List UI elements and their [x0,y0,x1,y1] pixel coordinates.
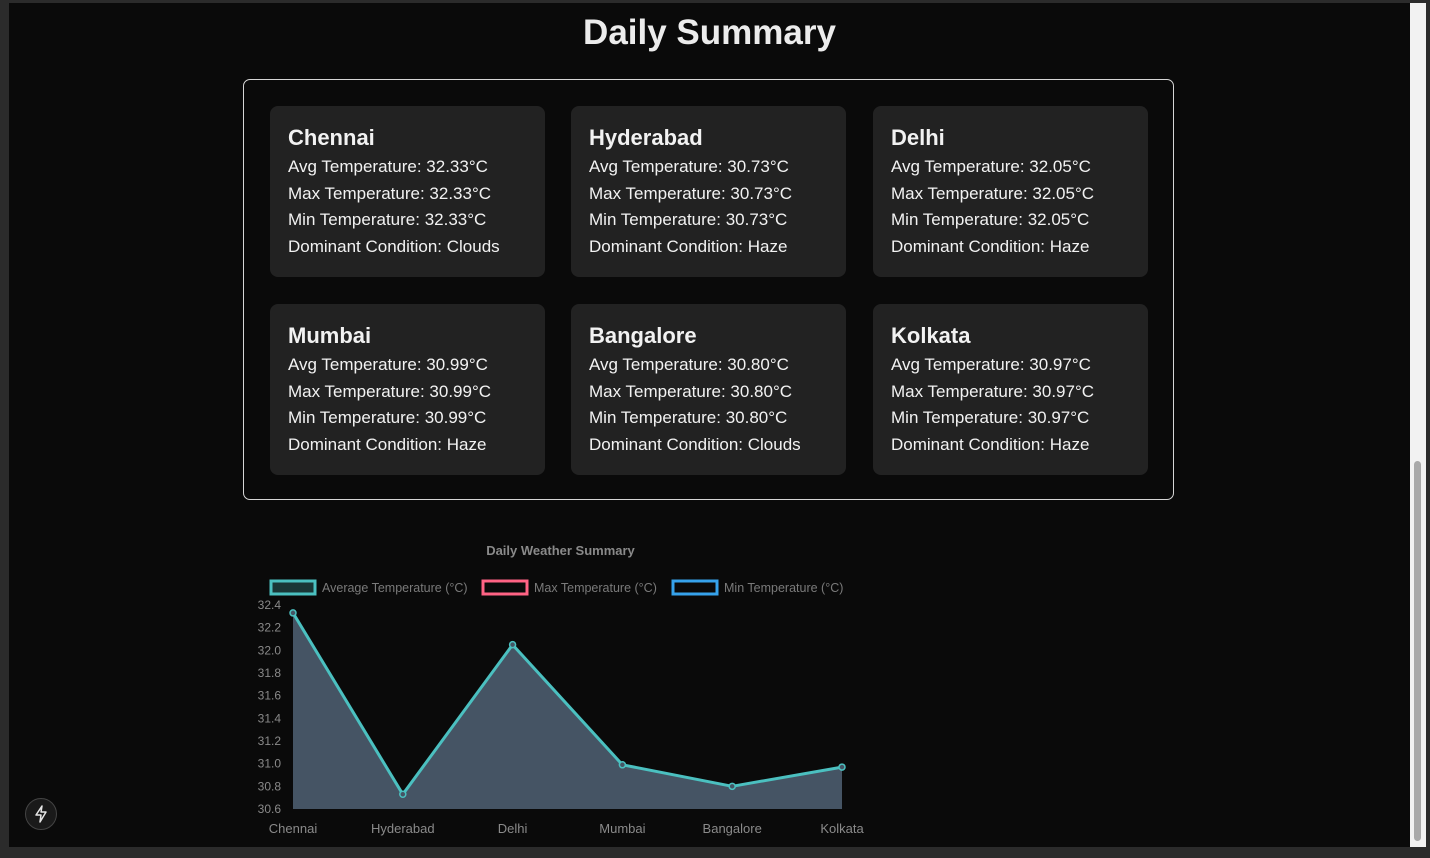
city-summary-panel: Chennai Avg Temperature: 32.33°C Max Tem… [243,79,1174,500]
avg-temperature: Avg Temperature: 30.80°C [589,355,789,374]
max-temperature: Max Temperature: 30.80°C [589,381,793,401]
page-title: Daily Summary [583,13,836,52]
city-name: Delhi [891,125,945,150]
y-tick-label: 30.6 [258,802,282,816]
avg-temperature: Avg Temperature: 32.33°C [288,157,488,176]
dominant-condition: Dominant Condition: Clouds [288,236,500,256]
max-temperature: Max Temperature: 30.99°C [288,381,492,401]
max-temperature: Max Temperature: 30.97°C [891,381,1095,401]
y-tick-label: 31.2 [258,734,282,748]
x-tick-label: Mumbai [599,821,645,836]
min-temperature: Min Temperature: 32.33°C [288,210,487,229]
city-name: Chennai [288,125,375,150]
x-tick-label: Chennai [269,821,318,836]
x-tick-label: Bangalore [703,821,762,836]
avg-temperature: Avg Temperature: 30.99°C [288,355,488,374]
city-card-mumbai: Mumbai Avg Temperature: 30.99°C Max Temp… [270,304,545,475]
y-tick-label: 31.8 [258,666,282,680]
chart-title: Daily Weather Summary [486,543,635,558]
y-tick-label: 32.0 [258,643,282,657]
y-tick-label: 31.0 [258,757,282,771]
y-tick-label: 32.4 [258,598,282,612]
data-point-kolkata [838,763,846,771]
y-tick-label: 32.2 [258,621,282,635]
legend-swatch [671,579,719,596]
data-point-chennai [289,609,297,617]
max-temperature: Max Temperature: 30.73°C [589,183,793,203]
dominant-condition: Dominant Condition: Haze [288,434,487,454]
max-temperature: Max Temperature: 32.33°C [288,183,492,203]
scrollbar-thumb[interactable] [1414,461,1421,841]
x-tick-label: Delhi [498,821,528,836]
city-card-hyderabad: Hyderabad Avg Temperature: 30.73°C Max T… [571,106,846,277]
min-temperature: Min Temperature: 30.80°C [589,408,788,427]
series-area [293,612,842,809]
legend-label: Average Temperature (°C) [322,581,468,595]
x-tick-label: Hyderabad [371,821,435,836]
dominant-condition: Dominant Condition: Haze [589,236,788,256]
dominant-condition: Dominant Condition: Haze [891,434,1090,454]
city-card-delhi: Delhi Avg Temperature: 32.05°C Max Tempe… [873,106,1148,277]
data-point-bangalore [728,782,736,791]
page-viewport: Daily Summary Chennai Avg Temperature: 3… [9,3,1410,847]
window-bottom-edge [0,847,1430,858]
min-temperature: Min Temperature: 32.05°C [891,210,1090,229]
city-name: Kolkata [891,323,971,348]
vertical-scrollbar[interactable] [1410,3,1426,847]
weather-chart: Daily Weather Summary Average Temperature… [237,535,877,847]
devtools-button[interactable] [25,798,57,830]
dominant-condition: Dominant Condition: Clouds [589,434,801,454]
avg-temperature: Avg Temperature: 30.73°C [589,157,789,176]
city-name: Mumbai [288,323,372,348]
data-point-delhi [508,640,517,649]
dominant-condition: Dominant Condition: Haze [891,236,1090,256]
city-name: Hyderabad [589,125,703,150]
avg-temperature: Avg Temperature: 30.97°C [891,355,1091,374]
legend-swatch [481,579,529,596]
data-point-hyderabad [399,790,407,799]
legend-label: Max Temperature (°C) [534,581,657,595]
min-temperature: Min Temperature: 30.99°C [288,408,487,427]
city-card-kolkata: Kolkata Avg Temperature: 30.97°C Max Tem… [873,304,1148,475]
data-point-mumbai [618,761,627,769]
avg-temperature: Avg Temperature: 32.05°C [891,157,1091,176]
y-tick-label: 31.4 [258,711,282,725]
legend-label: Min Temperature (°C) [724,581,843,595]
legend-swatch [269,579,317,596]
min-temperature: Min Temperature: 30.73°C [589,210,788,229]
min-temperature: Min Temperature: 30.97°C [891,408,1090,427]
lightning-bolt-icon [35,805,47,823]
city-name: Bangalore [589,323,697,348]
y-tick-label: 30.8 [258,779,282,793]
max-temperature: Max Temperature: 32.05°C [891,183,1095,203]
city-card-chennai: Chennai Avg Temperature: 32.33°C Max Tem… [270,106,545,277]
city-card-bangalore: Bangalore Avg Temperature: 30.80°C Max T… [571,304,846,475]
x-tick-label: Kolkata [820,821,864,836]
weather-chart-svg: Daily Weather Summary Average Temperature… [258,543,865,836]
y-tick-label: 31.6 [258,689,282,703]
